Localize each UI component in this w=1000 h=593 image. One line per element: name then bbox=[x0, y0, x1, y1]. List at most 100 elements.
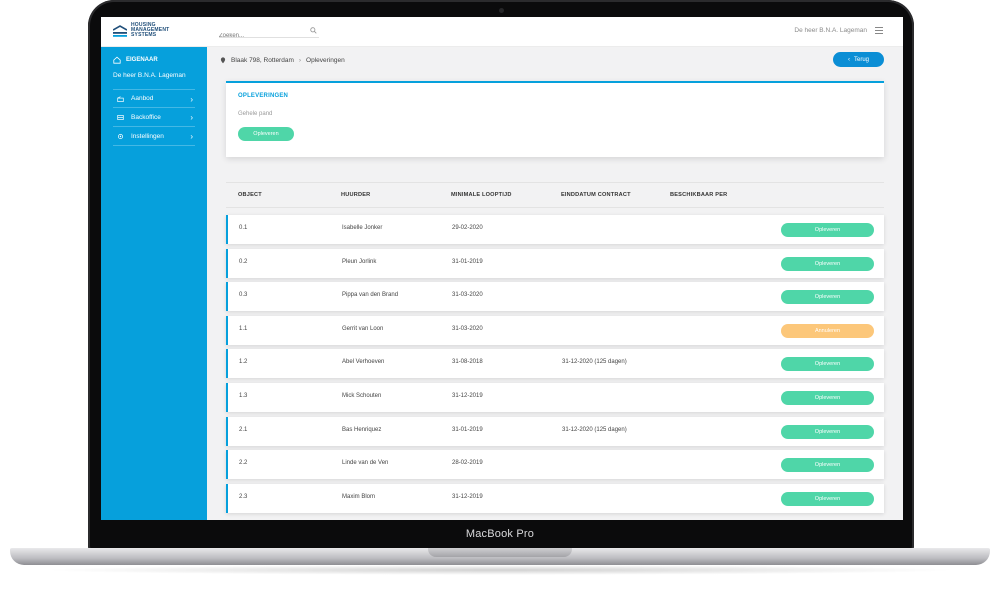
gear-icon bbox=[118, 134, 123, 139]
camera-icon bbox=[499, 8, 504, 13]
column-header-beschikbaar-per: BESCHIKBAAR PER bbox=[670, 192, 728, 198]
inbox-icon bbox=[117, 115, 124, 120]
sidebar-item-label: Backoffice bbox=[131, 113, 161, 121]
cell-object: 0.2 bbox=[239, 258, 248, 265]
chevron-right-icon: › bbox=[190, 132, 193, 141]
column-header-huurder: HUURDER bbox=[341, 192, 371, 198]
cell-min-term: 31-01-2019 bbox=[452, 258, 483, 265]
row-cancel-button[interactable]: Annuleren bbox=[781, 323, 874, 338]
cell-min-term: 31-12-2019 bbox=[452, 392, 483, 399]
column-header-object: OBJECT bbox=[238, 192, 262, 198]
cell-object: 0.3 bbox=[239, 292, 248, 299]
table-row: 0.1 Isabelle Jonker 29-02-2020 Opleveren bbox=[226, 215, 884, 244]
table-body: 0.1 Isabelle Jonker 29-02-2020 Opleveren… bbox=[226, 215, 884, 517]
cell-tenant: Mick Schouten bbox=[342, 392, 382, 399]
cell-tenant: Linde van de Ven bbox=[342, 460, 389, 467]
row-action-button[interactable]: Opleveren bbox=[781, 390, 874, 405]
table-row: 1.3 Mick Schouten 31-12-2019 Opleveren bbox=[226, 382, 884, 412]
logo-line: SYSTEMS bbox=[131, 32, 157, 38]
logo-house-icon bbox=[112, 25, 128, 39]
card-title: OPLEVERINGEN bbox=[238, 93, 289, 99]
sidebar-nav: Aanbod › Backoffice › Instellingen › bbox=[113, 89, 195, 146]
search-icon[interactable] bbox=[310, 27, 317, 34]
chevron-right-icon: › bbox=[190, 95, 193, 104]
cell-min-term: 31-01-2019 bbox=[452, 426, 483, 433]
location-pin-icon bbox=[220, 57, 226, 64]
cell-object: 2.3 bbox=[239, 493, 248, 500]
cell-min-term: 31-12-2019 bbox=[452, 493, 483, 500]
column-header-einddatum-contract: EINDDATUM CONTRACT bbox=[561, 192, 631, 198]
cell-tenant: Pleun Jorlink bbox=[342, 258, 377, 265]
cell-object: 1.2 bbox=[239, 359, 248, 366]
chevron-right-icon: › bbox=[190, 113, 193, 122]
cell-tenant: Gerrit van Loon bbox=[342, 325, 384, 332]
search-box bbox=[219, 24, 319, 42]
row-action-button[interactable]: Opleveren bbox=[781, 491, 874, 506]
device-mockup: HOUSING MANAGEMENT SYSTEMS De heer B.N.A… bbox=[0, 0, 1000, 593]
sidebar: EIGENAAR De heer B.N.A. Lageman Aanbod ›… bbox=[101, 47, 207, 520]
top-bar: HOUSING MANAGEMENT SYSTEMS De heer B.N.A… bbox=[101, 17, 903, 47]
cell-object: 2.1 bbox=[239, 426, 248, 433]
sidebar-item-backoffice[interactable]: Backoffice › bbox=[113, 108, 195, 127]
role-label: EIGENAAR bbox=[113, 56, 158, 64]
cell-tenant: Bas Henriquez bbox=[342, 426, 382, 433]
breadcrumb: Blaak 798, Rotterdam › Opleveringen bbox=[220, 57, 345, 64]
breadcrumb-address[interactable]: Blaak 798, Rotterdam bbox=[231, 57, 294, 64]
cell-tenant: Pippa van den Brand bbox=[342, 292, 399, 299]
device-label: MacBook Pro bbox=[465, 528, 535, 540]
hamburger-menu-icon[interactable] bbox=[875, 27, 883, 34]
table-row: 2.2 Linde van de Ven 28-02-2019 Oplevere… bbox=[226, 450, 884, 480]
device-shadow bbox=[40, 565, 960, 575]
column-header-minimale-looptijd: MINIMALE LOOPTIJD bbox=[451, 192, 512, 198]
tag-icon bbox=[117, 96, 124, 102]
back-button-label: Terug bbox=[853, 56, 869, 63]
sidebar-item-label: Instellingen bbox=[131, 132, 164, 140]
logo-text: HOUSING MANAGEMENT SYSTEMS bbox=[131, 23, 169, 38]
logo: HOUSING MANAGEMENT SYSTEMS bbox=[112, 23, 203, 43]
row-action-button[interactable]: Opleveren bbox=[781, 290, 874, 305]
role-text: EIGENAAR bbox=[126, 57, 158, 63]
search-input[interactable] bbox=[219, 30, 303, 42]
table-row: 2.1 Bas Henriquez 31-01-2019 31-12-2020 … bbox=[226, 416, 884, 446]
cell-object: 2.2 bbox=[239, 460, 248, 467]
chevron-left-icon: ‹ bbox=[847, 56, 850, 63]
card-subtitle: Gehele pand bbox=[238, 111, 273, 117]
opleveringen-card: OPLEVERINGEN Gehele pand Opleveren bbox=[226, 81, 884, 157]
owner-name: De heer B.N.A. Lageman bbox=[113, 72, 186, 79]
table-row: 0.2 Pleun Jorlink 31-01-2019 Opleveren bbox=[226, 248, 884, 278]
back-button[interactable]: ‹ Terug bbox=[833, 52, 884, 67]
row-action-button[interactable]: Opleveren bbox=[781, 256, 874, 271]
row-action-button[interactable]: Opleveren bbox=[781, 424, 874, 439]
cell-min-term: 28-02-2019 bbox=[452, 460, 483, 467]
table-row: 0.3 Pippa van den Brand 31-03-2020 Oplev… bbox=[226, 282, 884, 312]
table-header: OBJECT HUURDER MINIMALE LOOPTIJD EINDDAT… bbox=[226, 182, 884, 208]
breadcrumb-current: Opleveringen bbox=[306, 57, 345, 64]
cell-tenant: Isabelle Jonker bbox=[342, 225, 383, 231]
sidebar-item-label: Aanbod bbox=[131, 95, 154, 102]
cell-tenant: Maxim Blom bbox=[342, 493, 376, 500]
cell-tenant: Abel Verhoeven bbox=[342, 359, 385, 366]
sidebar-item-instellingen[interactable]: Instellingen › bbox=[113, 127, 195, 146]
cell-end-date: 31-12-2020 (125 dagen) bbox=[562, 426, 627, 433]
cell-min-term: 29-02-2020 bbox=[452, 225, 483, 231]
home-icon bbox=[113, 56, 121, 64]
cell-end-date: 31-12-2020 (125 dagen) bbox=[562, 359, 627, 366]
table-row: 2.3 Maxim Blom 31-12-2019 Opleveren bbox=[226, 483, 884, 513]
opleveren-all-button[interactable]: Opleveren bbox=[238, 127, 294, 141]
cell-min-term: 31-03-2020 bbox=[452, 325, 483, 332]
cell-min-term: 31-03-2020 bbox=[452, 292, 483, 299]
app-screen: HOUSING MANAGEMENT SYSTEMS De heer B.N.A… bbox=[101, 17, 903, 520]
row-action-button[interactable]: Opleveren bbox=[781, 223, 874, 237]
chevron-right-icon: › bbox=[298, 57, 302, 64]
cell-object: 1.1 bbox=[239, 325, 248, 332]
table-row: 1.1 Gerrit van Loon 31-03-2020 Annuleren bbox=[226, 315, 884, 345]
cell-object: 0.1 bbox=[239, 225, 248, 231]
row-action-button[interactable]: Opleveren bbox=[781, 458, 874, 473]
sidebar-item-aanbod[interactable]: Aanbod › bbox=[113, 89, 195, 108]
table-row: 1.2 Abel Verhoeven 31-08-2018 31-12-2020… bbox=[226, 349, 884, 379]
laptop-notch bbox=[428, 548, 572, 557]
cell-object: 1.3 bbox=[239, 392, 248, 399]
row-action-button[interactable]: Opleveren bbox=[781, 357, 874, 372]
cell-min-term: 31-08-2018 bbox=[452, 359, 483, 366]
user-name[interactable]: De heer B.N.A. Lageman bbox=[794, 27, 867, 34]
